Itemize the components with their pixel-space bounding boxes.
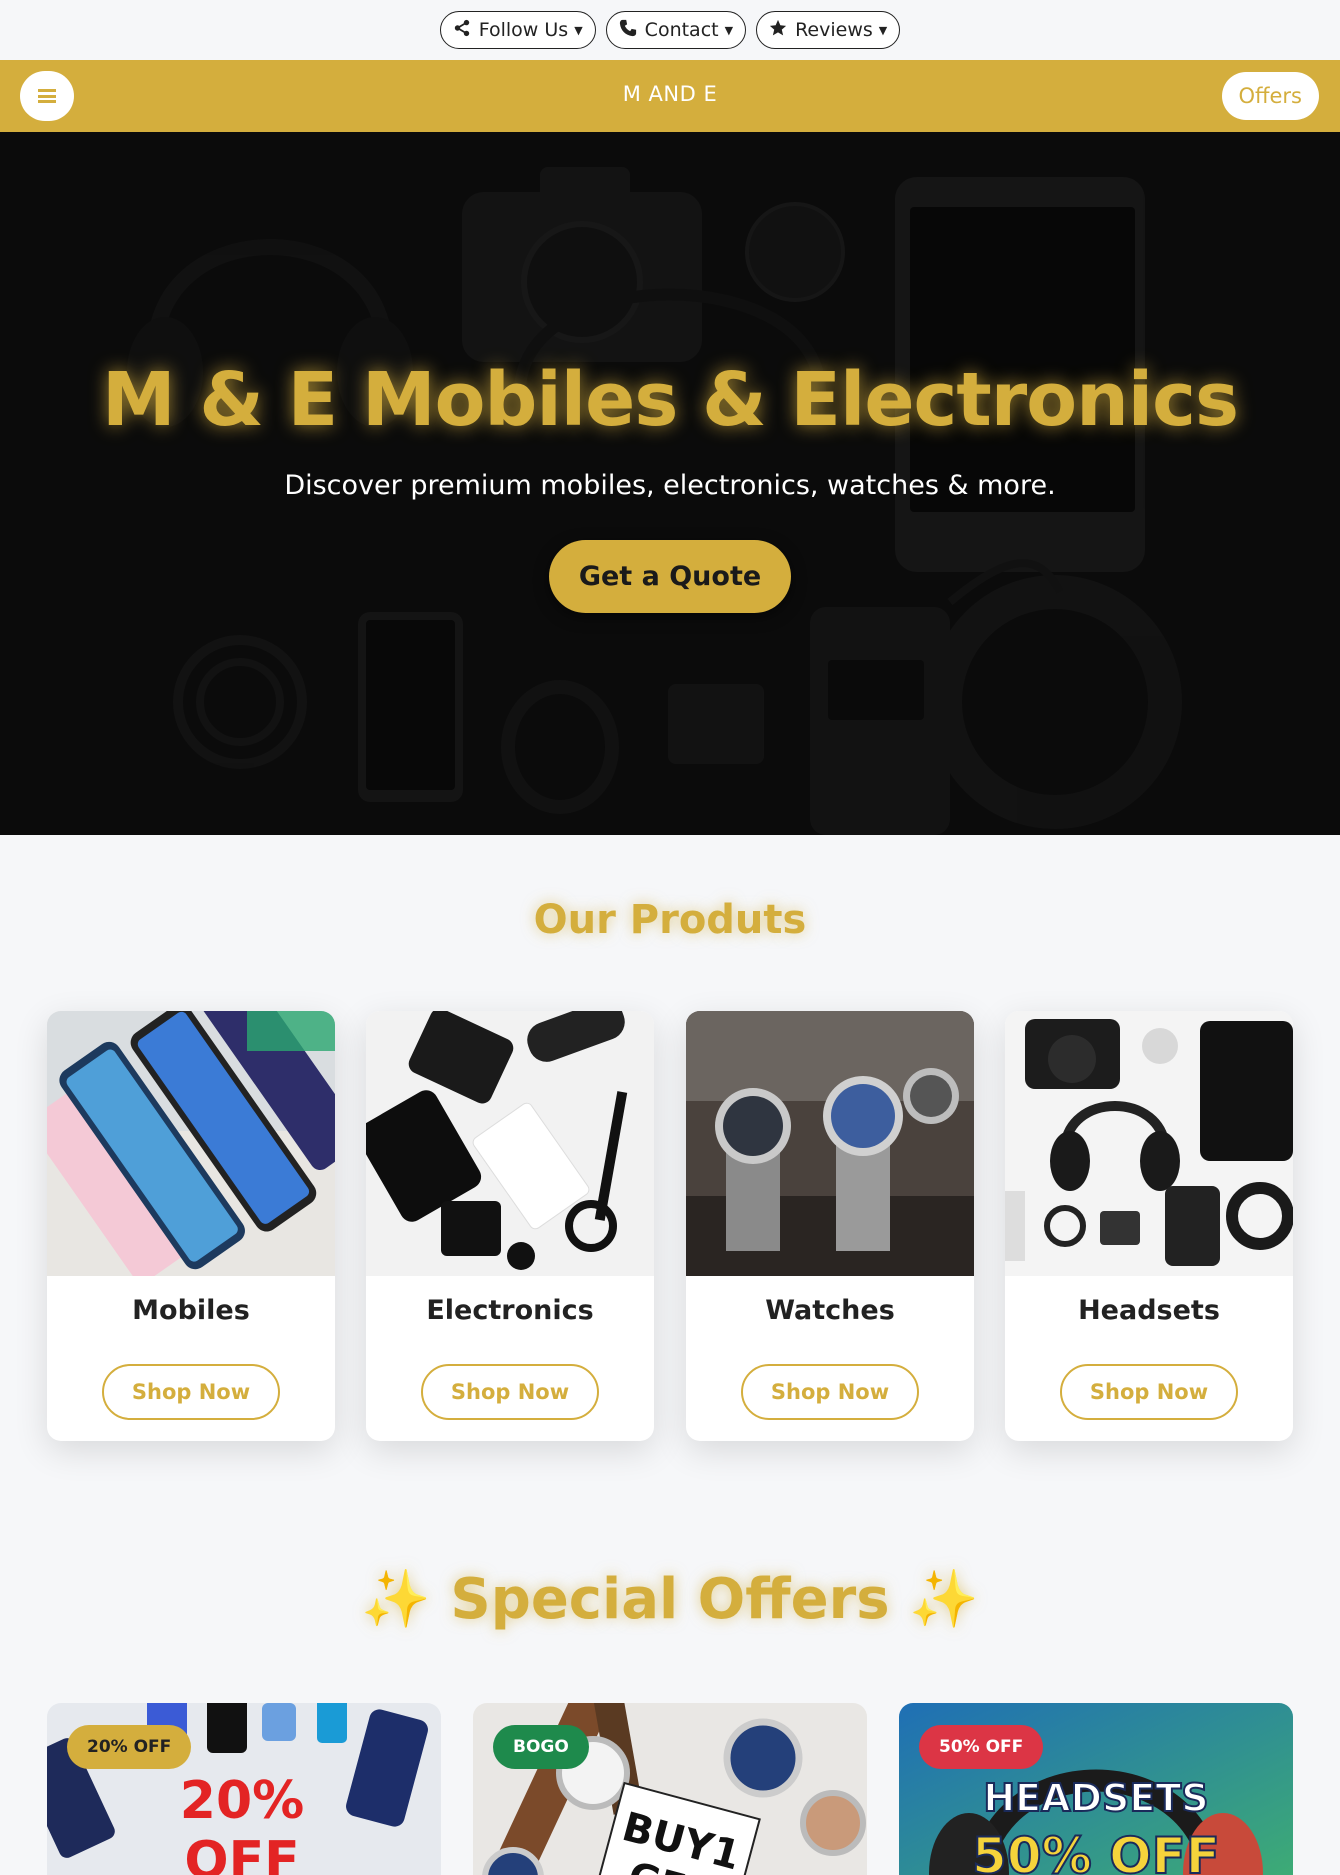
mobiles-image	[47, 1011, 335, 1276]
offer-card-50-off[interactable]: HEADSETS 50% OFF 50% OFF	[899, 1703, 1293, 1875]
watches-image	[686, 1011, 974, 1276]
hero-subtitle: Discover premium mobiles, electronics, w…	[284, 470, 1056, 501]
offer-art-line1: 20%	[180, 1771, 304, 1831]
product-card-mobiles: Mobiles Shop Now	[47, 1011, 335, 1441]
reviews-dropdown[interactable]: Reviews ▼	[756, 11, 901, 49]
contact-dropdown[interactable]: Contact ▼	[605, 11, 747, 49]
discount-badge: 50% OFF	[919, 1725, 1044, 1769]
follow-us-label: Follow Us	[478, 19, 569, 41]
get-quote-button[interactable]: Get a Quote	[549, 540, 791, 613]
shop-now-button[interactable]: Shop Now	[741, 1364, 919, 1420]
product-name: Headsets	[1078, 1295, 1220, 1326]
electronics-image	[366, 1011, 654, 1276]
caret-down-icon: ▼	[878, 23, 888, 37]
hero-section: M & E Mobiles & Electronics Discover pre…	[0, 132, 1340, 835]
top-menu-strip: Follow Us ▼ Contact ▼ Reviews ▼	[0, 0, 1340, 60]
navbar: M AND E Offers	[0, 60, 1340, 132]
offer-art-line1: HEADSETS	[983, 1776, 1208, 1820]
offers-button[interactable]: Offers	[1221, 72, 1319, 120]
discount-badge: BOGO	[493, 1725, 589, 1769]
headsets-image	[1005, 1011, 1293, 1276]
reviews-label: Reviews	[795, 19, 873, 41]
shop-now-button[interactable]: Shop Now	[421, 1364, 599, 1420]
hamburger-icon	[38, 89, 56, 103]
contact-label: Contact	[644, 19, 719, 41]
offer-art-line2: 50% OFF	[972, 1827, 1220, 1875]
offers-section-title: ✨ Special Offers ✨	[361, 1567, 979, 1632]
phone-icon	[619, 19, 637, 42]
hero-title: M & E Mobiles & Electronics	[101, 357, 1239, 443]
brand-name: M AND E	[622, 82, 718, 106]
star-icon	[769, 19, 787, 42]
caret-down-icon: ▼	[724, 23, 734, 37]
products-section-title: Our Produts	[533, 897, 807, 943]
shop-now-button[interactable]: Shop Now	[1060, 1364, 1238, 1420]
product-name: Mobiles	[132, 1295, 250, 1326]
discount-badge: 20% OFF	[67, 1725, 192, 1769]
product-card-headsets: Headsets Shop Now	[1005, 1011, 1293, 1441]
product-name: Watches	[765, 1295, 895, 1326]
shop-now-button[interactable]: Shop Now	[102, 1364, 280, 1420]
caret-down-icon: ▼	[574, 23, 583, 37]
share-icon	[453, 19, 471, 42]
offer-art-line2: OFF	[184, 1831, 299, 1875]
product-name: Electronics	[426, 1295, 594, 1326]
product-card-electronics: Electronics Shop Now	[366, 1011, 654, 1441]
menu-toggle-button[interactable]	[20, 71, 74, 121]
product-card-watches: Watches Shop Now	[686, 1011, 974, 1441]
offer-card-20-off[interactable]: 20% OFF 20% OFF	[47, 1703, 441, 1875]
follow-us-dropdown[interactable]: Follow Us ▼	[439, 11, 596, 49]
offer-card-bogo[interactable]: BUY1 GET BOGO	[473, 1703, 867, 1875]
